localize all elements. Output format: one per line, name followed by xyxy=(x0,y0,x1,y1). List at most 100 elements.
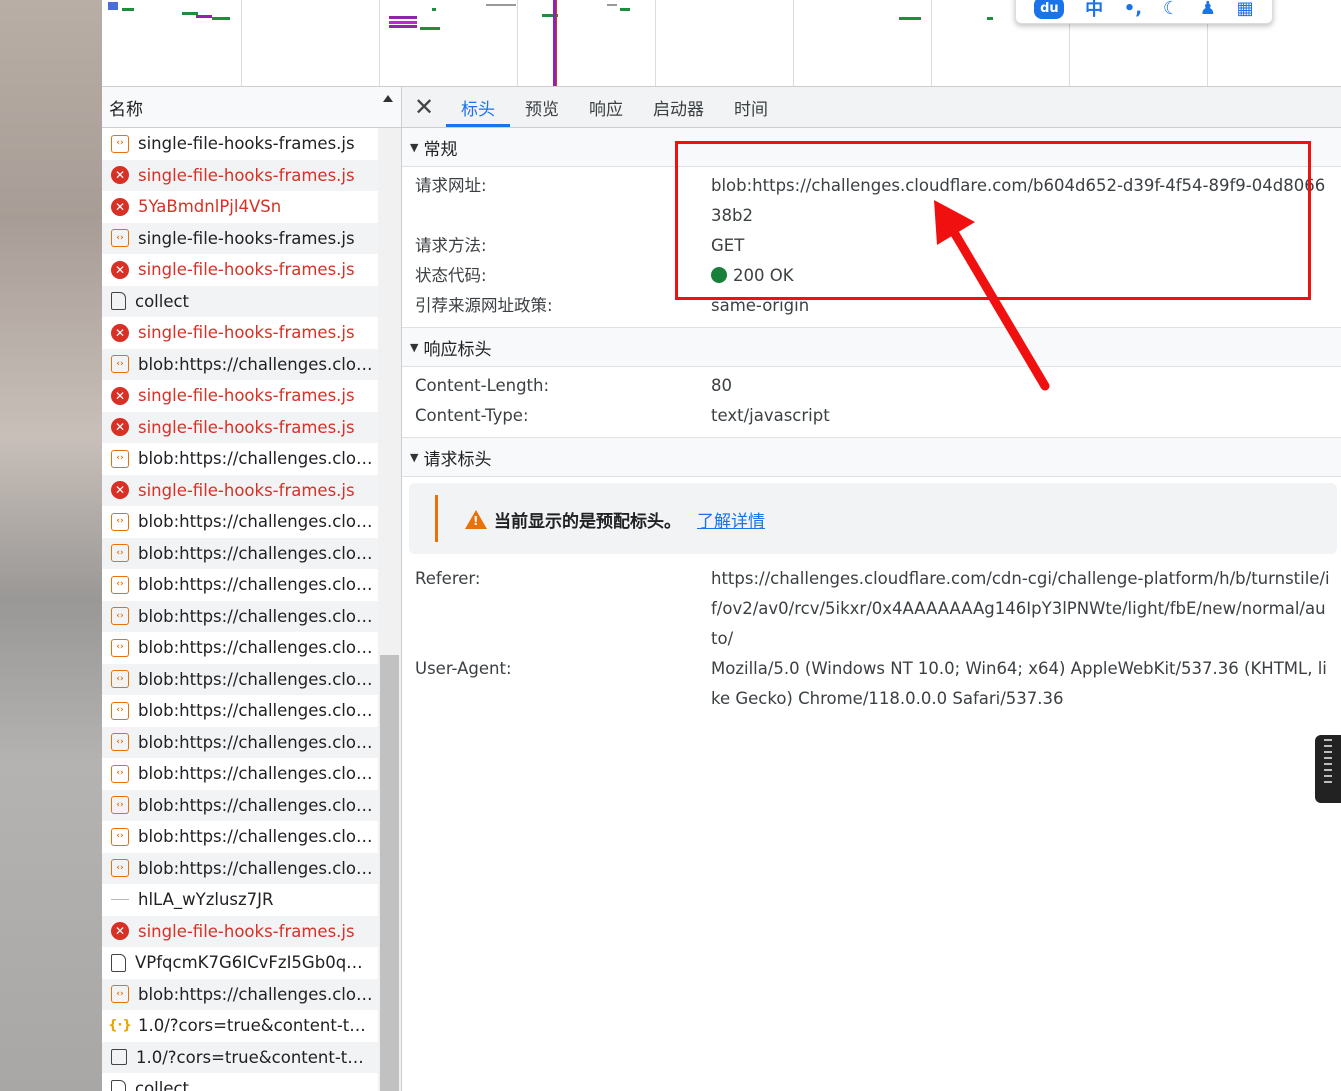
tab-response[interactable]: 响应 xyxy=(574,87,638,127)
request-row[interactable]: ‹› blob:https://challenges.clou... xyxy=(102,978,378,1010)
request-row[interactable]: ‹› blob:https://challenges.clou... xyxy=(102,506,378,538)
request-name: 1.0/?cors=true&content-typ... xyxy=(138,1016,374,1036)
request-row[interactable]: ‹› blob:https://challenges.clou... xyxy=(102,348,378,380)
timeline-bar xyxy=(389,16,417,19)
script-file-icon: ‹› xyxy=(111,512,129,531)
script-file-icon: ‹› xyxy=(111,544,129,563)
request-headers-title: 请求标头 xyxy=(423,449,492,470)
ime-grid-icon[interactable]: ▦ xyxy=(1237,0,1254,19)
request-row[interactable]: ✕ 5YaBmdnlPjl4VSn xyxy=(102,191,378,223)
tab-timing[interactable]: 时间 xyxy=(719,87,783,127)
script-file-icon: ‹› xyxy=(111,134,129,153)
ime-punctuation-icon[interactable]: •, xyxy=(1124,0,1142,19)
error-icon: ✕ xyxy=(111,922,129,941)
request-name: blob:https://challenges.clou... xyxy=(138,638,374,658)
header-value[interactable]: Mozilla/5.0 (Windows NT 10.0; Win64; x64… xyxy=(711,654,1331,714)
ime-toolbar[interactable]: du 中 •, ☾ ♟ ▦ xyxy=(1015,0,1273,24)
script-file-icon: ‹› xyxy=(111,607,129,626)
tab-initiator[interactable]: 启动器 xyxy=(638,87,719,127)
request-name: blob:https://challenges.clou... xyxy=(138,795,374,815)
request-row[interactable]: 1.0/?cors=true&content-typ... xyxy=(102,1041,378,1073)
status-code-row: 状态代码: 200 OK xyxy=(402,261,1341,291)
request-row[interactable]: ‹› blob:https://challenges.clou... xyxy=(102,852,378,884)
script-file-icon: ‹› xyxy=(111,229,129,248)
request-row[interactable]: ‹› blob:https://challenges.clou... xyxy=(102,758,378,790)
timeline-bar xyxy=(196,15,212,18)
general-section-title: 常规 xyxy=(423,139,458,160)
referrer-policy-value[interactable]: same-origin xyxy=(711,291,1331,321)
details-tabbar: ✕ 标头 预览 响应 启动器 时间 xyxy=(402,87,1341,128)
request-headers-section-header[interactable]: ▼ 请求标头 xyxy=(402,438,1341,477)
request-row[interactable]: ‹› blob:https://challenges.clou... xyxy=(102,569,378,601)
request-row[interactable]: ‹› blob:https://challenges.clou... xyxy=(102,726,378,758)
request-name: single-file-hooks-frames.js xyxy=(138,417,355,437)
provisional-headers-warning: 当前显示的是预配标头。 了解详情 xyxy=(409,483,1337,554)
request-row[interactable]: collect xyxy=(102,1073,378,1091)
sort-ascending-icon[interactable] xyxy=(383,95,393,102)
request-row[interactable]: ✕ single-file-hooks-frames.js xyxy=(102,915,378,947)
request-row[interactable]: ✕ single-file-hooks-frames.js xyxy=(102,254,378,286)
request-row[interactable]: ‹› blob:https://challenges.clou... xyxy=(102,443,378,475)
request-row[interactable]: ✕ single-file-hooks-frames.js xyxy=(102,474,378,506)
ime-logo-button[interactable]: du xyxy=(1034,0,1065,19)
request-name: blob:https://challenges.clou... xyxy=(138,701,374,721)
error-icon: ✕ xyxy=(111,197,129,216)
header-value[interactable]: text/javascript xyxy=(711,401,1331,431)
request-row[interactable]: VPfqcmK7G6ICvFzI5Gb0qyS... xyxy=(102,947,378,979)
document-icon xyxy=(111,292,126,311)
error-icon: ✕ xyxy=(111,418,129,437)
script-file-icon: ‹› xyxy=(111,733,129,752)
header-value[interactable]: https://challenges.cloudflare.com/cdn-cg… xyxy=(711,564,1331,654)
request-row[interactable]: ‹› single-file-hooks-frames.js xyxy=(102,128,378,160)
request-name: single-file-hooks-frames.js xyxy=(138,134,355,154)
request-headers-section: Referer: https://challenges.cloudflare.co… xyxy=(402,558,1341,714)
request-header-row: Referer: https://challenges.cloudflare.co… xyxy=(402,564,1341,654)
timeline-grid-line xyxy=(379,0,380,86)
request-name: blob:https://challenges.clou... xyxy=(138,827,374,847)
request-row[interactable]: ✕ single-file-hooks-frames.js xyxy=(102,317,378,349)
ime-person-icon[interactable]: ♟ xyxy=(1200,0,1216,19)
request-row[interactable]: ‹› blob:https://challenges.clou... xyxy=(102,695,378,727)
request-header-row: User-Agent: Mozilla/5.0 (Windows NT 10.0;… xyxy=(402,654,1341,714)
request-row[interactable]: ‹› blob:https://challenges.clou... xyxy=(102,821,378,853)
status-code-value[interactable]: 200 OK xyxy=(733,266,794,285)
request-row[interactable]: ‹› blob:https://challenges.clou... xyxy=(102,789,378,821)
request-row[interactable]: ✕ single-file-hooks-frames.js xyxy=(102,380,378,412)
tab-preview[interactable]: 预览 xyxy=(510,87,574,127)
request-row[interactable]: ‹› blob:https://challenges.clou... xyxy=(102,600,378,632)
response-headers-section-header[interactable]: ▼ 响应标头 xyxy=(402,328,1341,367)
timeline-grid-line xyxy=(655,0,656,86)
request-name: blob:https://challenges.clou... xyxy=(138,732,374,752)
ime-moon-icon[interactable]: ☾ xyxy=(1163,0,1179,19)
name-header-label: 名称 xyxy=(109,99,143,120)
request-name: collect xyxy=(135,1079,190,1091)
side-handle-widget[interactable] xyxy=(1315,735,1341,803)
request-row[interactable]: ✕ single-file-hooks-frames.js xyxy=(102,411,378,443)
request-details-panel: ✕ 标头 预览 响应 启动器 时间 ▼ 常规 请求网址: blob:https:… xyxy=(402,87,1341,1091)
request-name: 1.0/?cors=true&content-typ... xyxy=(136,1047,372,1067)
request-row[interactable]: hlLA_wYzlusz7JR xyxy=(102,884,378,916)
request-method-value[interactable]: GET xyxy=(711,231,1331,261)
request-url-value[interactable]: blob:https://challenges.cloudflare.com/b… xyxy=(711,171,1331,231)
tab-headers[interactable]: 标头 xyxy=(446,87,510,127)
request-row[interactable]: ✕ single-file-hooks-frames.js xyxy=(102,159,378,191)
background-page xyxy=(0,0,102,1091)
scrollbar-thumb[interactable] xyxy=(380,655,399,1091)
learn-more-link[interactable]: 了解详情 xyxy=(697,507,765,532)
request-method-row: 请求方法: GET xyxy=(402,231,1341,261)
request-row[interactable]: collect xyxy=(102,285,378,317)
request-row[interactable]: {·} 1.0/?cors=true&content-typ... xyxy=(102,1010,378,1042)
ime-chinese-mode-button[interactable]: 中 xyxy=(1085,0,1103,21)
request-name: blob:https://challenges.clou... xyxy=(138,512,374,532)
request-row[interactable]: ‹› blob:https://challenges.clou... xyxy=(102,663,378,695)
name-column-header[interactable]: 名称 xyxy=(102,87,401,128)
request-name: blob:https://challenges.clou... xyxy=(138,449,374,469)
header-value[interactable]: 80 xyxy=(711,371,1331,401)
request-row[interactable]: ‹› blob:https://challenges.clou... xyxy=(102,632,378,664)
close-icon[interactable]: ✕ xyxy=(402,87,446,127)
timeline-bar xyxy=(108,2,118,10)
request-row[interactable]: ‹› single-file-hooks-frames.js xyxy=(102,222,378,254)
general-section-header[interactable]: ▼ 常规 xyxy=(402,128,1341,167)
request-name: VPfqcmK7G6ICvFzI5Gb0qyS... xyxy=(135,953,371,973)
request-row[interactable]: ‹› blob:https://challenges.clou... xyxy=(102,537,378,569)
